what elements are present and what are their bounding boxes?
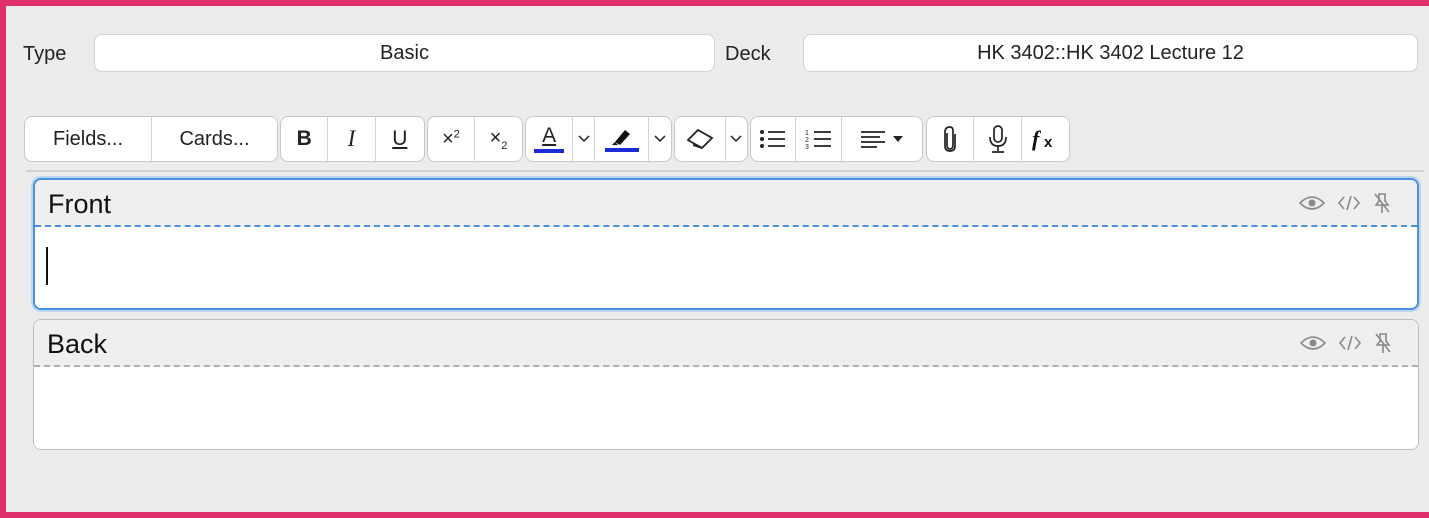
text-cursor (46, 247, 48, 285)
superscript-button[interactable]: ×2 (428, 117, 476, 161)
numbered-list-icon: 1 2 3 (805, 130, 831, 150)
toolbar-divider (26, 170, 1424, 172)
function-icon: f x (1032, 126, 1053, 151)
text-color-dropdown[interactable] (573, 117, 596, 161)
text-color-icon: A (534, 125, 565, 153)
remove-format-button[interactable] (675, 117, 726, 161)
caret-down-icon (892, 136, 903, 142)
unordered-list-button[interactable] (751, 117, 797, 161)
format-group: B I U (280, 116, 425, 162)
media-group: f x (926, 116, 1070, 162)
chevron-down-icon (578, 135, 590, 143)
eraser-icon (686, 128, 714, 150)
equation-button[interactable]: f x (1022, 117, 1069, 161)
eye-icon[interactable] (1300, 335, 1326, 351)
subscript-button[interactable]: ×2 (475, 117, 522, 161)
field-front-header: Front (35, 180, 1417, 227)
type-label: Type (23, 43, 67, 65)
cards-button[interactable]: Cards... (152, 117, 277, 161)
svg-text:2: 2 (805, 137, 809, 144)
field-back-header: Back (34, 320, 1418, 367)
bold-button[interactable]: B (281, 117, 329, 161)
list-group: 1 2 3 (750, 116, 923, 162)
fields-cards-group: Fields... Cards... (24, 116, 278, 162)
fields-button[interactable]: Fields... (25, 117, 152, 161)
color-group: A (525, 116, 672, 162)
superscript-icon: ×2 (442, 127, 460, 150)
remove-format-dropdown[interactable] (726, 117, 747, 161)
field-front-input[interactable] (35, 227, 1417, 308)
script-group: ×2 ×2 (427, 116, 523, 162)
microphone-icon (988, 125, 1007, 153)
field-front-controls (1299, 192, 1391, 214)
field-back-name: Back (47, 329, 108, 359)
highlighter-icon (604, 126, 639, 152)
paperclip-icon (944, 126, 957, 152)
ordered-list-button[interactable]: 1 2 3 (796, 117, 842, 161)
highlight-color-button[interactable] (595, 117, 650, 161)
eraser-group (674, 116, 748, 162)
deck-label: Deck (725, 43, 771, 65)
text-color-button[interactable]: A (526, 117, 574, 161)
field-front-name: Front (48, 189, 112, 219)
svg-text:3: 3 (805, 144, 809, 150)
svg-text:x: x (1044, 134, 1053, 151)
type-selector[interactable]: Basic (94, 34, 715, 72)
svg-text:1: 1 (805, 130, 809, 137)
deck-selector[interactable]: HK 3402::HK 3402 Lecture 12 (803, 34, 1418, 72)
underline-button[interactable]: U (376, 117, 424, 161)
html-editor-icon[interactable] (1338, 334, 1362, 352)
highlight-color-dropdown[interactable] (649, 117, 671, 161)
chevron-down-icon (730, 135, 742, 143)
field-back-controls (1300, 332, 1392, 354)
chevron-down-icon (654, 135, 666, 143)
italic-button[interactable]: I (328, 117, 376, 161)
field-back-input[interactable] (34, 367, 1418, 449)
html-editor-icon[interactable] (1337, 194, 1361, 212)
align-left-icon (860, 131, 885, 148)
attach-button[interactable] (927, 117, 975, 161)
pin-icon[interactable] (1374, 332, 1392, 354)
eye-icon[interactable] (1299, 195, 1325, 211)
field-back: Back (33, 319, 1419, 450)
field-front: Front (33, 178, 1419, 310)
editor-window: Type Basic Deck HK 3402::HK 3402 Lecture… (0, 0, 1429, 518)
subscript-icon: ×2 (489, 126, 508, 152)
pin-icon[interactable] (1373, 192, 1391, 214)
svg-text:f: f (1032, 126, 1042, 151)
alignment-button[interactable] (842, 117, 922, 161)
bullet-list-icon (760, 130, 786, 148)
record-audio-button[interactable] (974, 117, 1022, 161)
